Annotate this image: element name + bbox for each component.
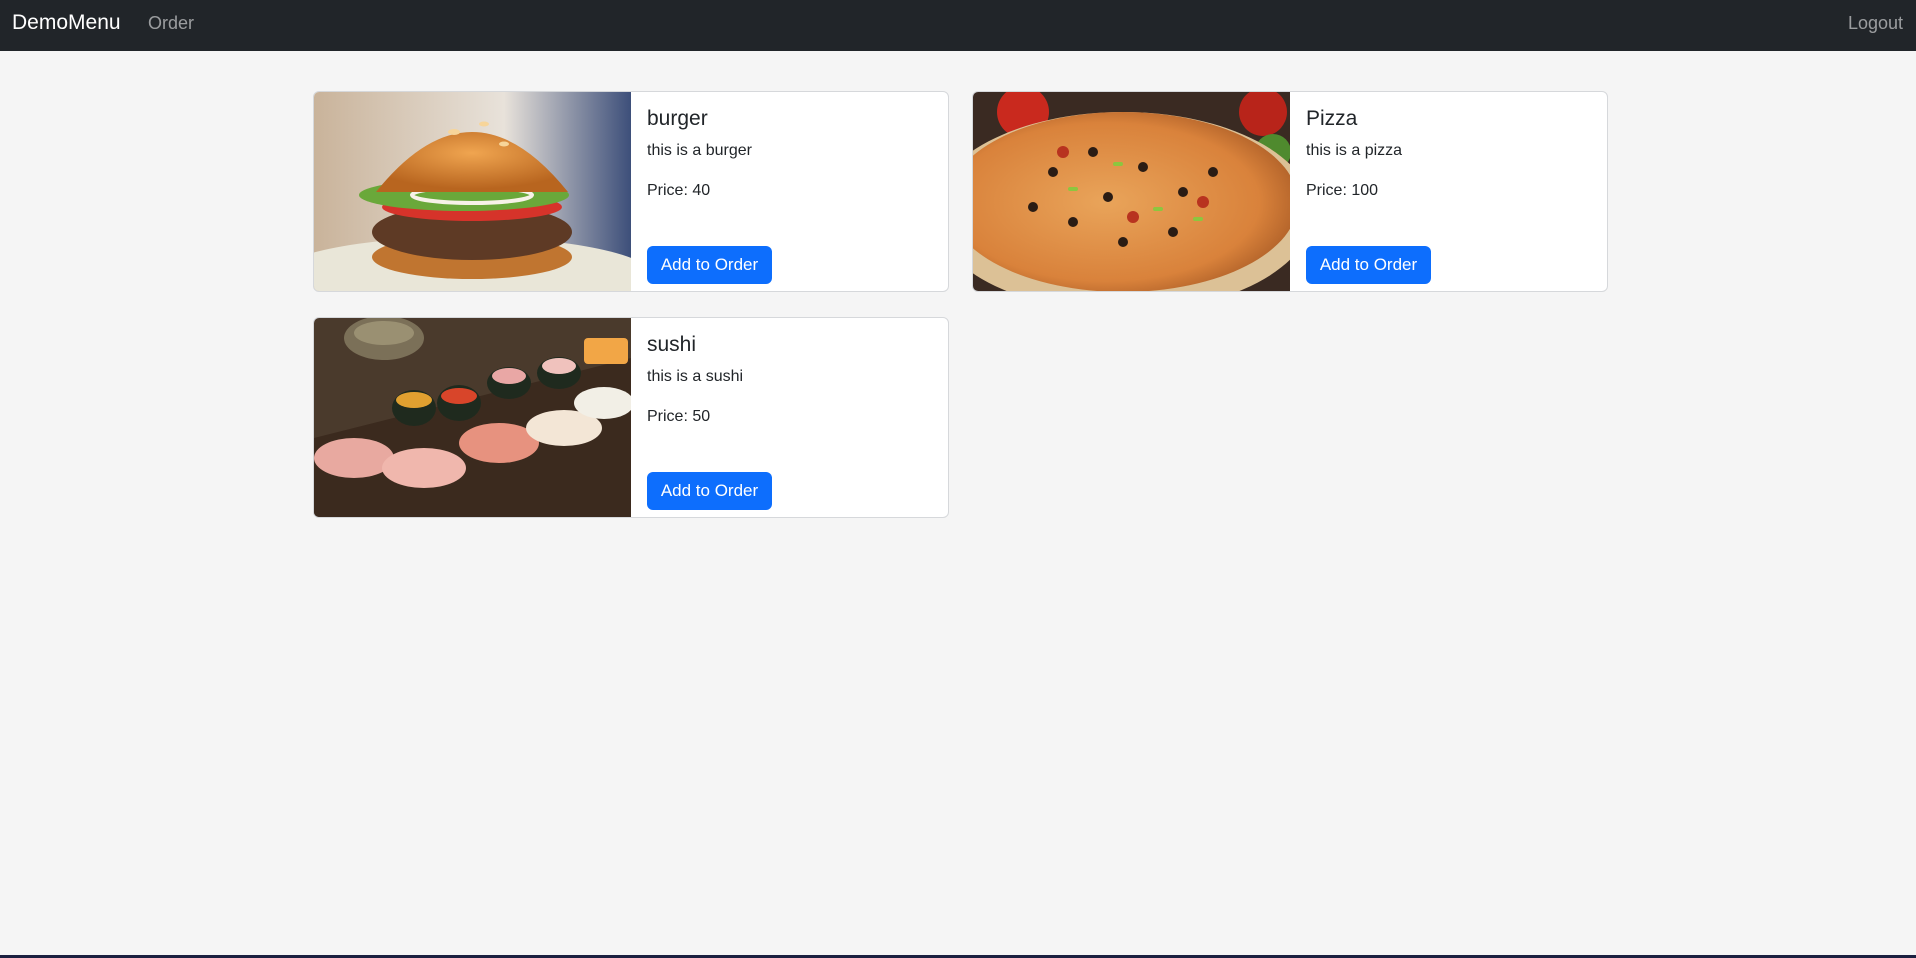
item-price: Price: 50: [647, 408, 711, 425]
item-name: Pizza: [1306, 107, 1358, 130]
brand-link[interactable]: DemoMenu: [12, 11, 121, 35]
item-description: this is a sushi: [647, 368, 744, 385]
add-to-order-button[interactable]: Add to Order: [1306, 246, 1431, 284]
add-to-order-button[interactable]: Add to Order: [647, 246, 772, 284]
item-description: this is a pizza: [1306, 142, 1403, 159]
add-to-order-button[interactable]: Add to Order: [647, 472, 772, 510]
top-navbar: DemoMenu Order Logout: [0, 0, 1916, 51]
nav-logout-link[interactable]: Logout: [1848, 13, 1903, 33]
item-name: sushi: [647, 333, 697, 356]
sushi-image: [314, 318, 631, 517]
burger-image: [314, 92, 631, 291]
pizza-image: [973, 92, 1290, 291]
menu-card-sushi: sushi this is a sushi Price: 50 Add to O…: [313, 317, 949, 518]
menu-card-pizza: Pizza this is a pizza Price: 100 Add to …: [972, 91, 1608, 292]
item-name: burger: [647, 107, 708, 130]
card-body: Pizza this is a pizza Price: 100 Add to …: [1290, 92, 1607, 291]
item-price: Price: 40: [647, 182, 711, 199]
card-body: burger this is a burger Price: 40 Add to…: [631, 92, 948, 291]
item-description: this is a burger: [647, 142, 752, 159]
menu-card-burger: burger this is a burger Price: 40 Add to…: [313, 91, 949, 292]
nav-order-link[interactable]: Order: [148, 13, 194, 33]
card-body: sushi this is a sushi Price: 50 Add to O…: [631, 318, 948, 517]
item-price: Price: 100: [1306, 182, 1379, 199]
